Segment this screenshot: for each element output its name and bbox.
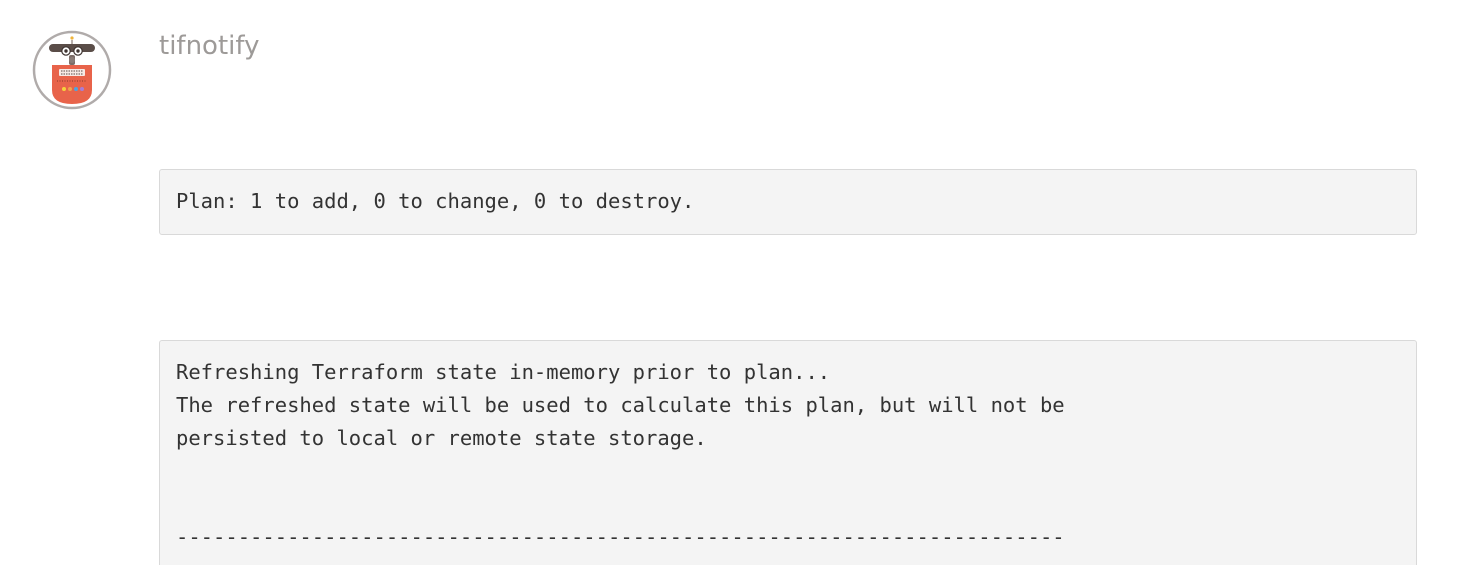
robot-icon — [32, 30, 112, 110]
plan-summary-codeblock: Plan: 1 to add, 0 to change, 0 to destro… — [159, 169, 1417, 235]
avatar[interactable] — [32, 30, 112, 110]
code-line: The refreshed state will be used to calc… — [176, 393, 1065, 417]
comment: tifnotify Plan: 1 to add, 0 to change, 0… — [0, 0, 1460, 565]
author-name[interactable]: tifnotify — [159, 28, 259, 64]
code-line: Plan: 1 to add, 0 to change, 0 to destro… — [176, 189, 695, 213]
code-separator-line: ----------------------------------------… — [176, 525, 1065, 549]
code-line: persisted to local or remote state stora… — [176, 426, 707, 450]
code-line: Refreshing Terraform state in-memory pri… — [176, 360, 831, 384]
refresh-output-codeblock: Refreshing Terraform state in-memory pri… — [159, 340, 1417, 565]
